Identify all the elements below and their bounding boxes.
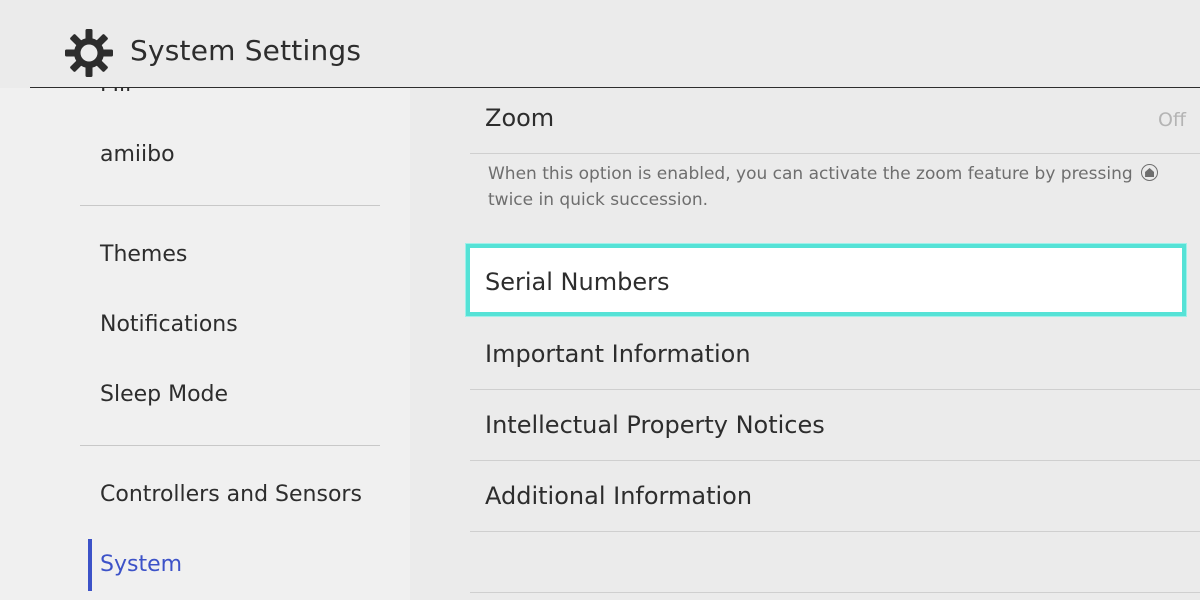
important-information-row[interactable]: Important Information	[485, 338, 751, 370]
zoom-label[interactable]: Zoom	[485, 102, 554, 134]
zoom-description-text-2: twice in quick succession.	[488, 190, 709, 210]
header-divider	[30, 87, 1200, 88]
gear-icon	[65, 29, 113, 77]
zoom-description-text: When this option is enabled, you can act…	[488, 164, 1133, 184]
sidebar-item-amiibo[interactable]: amiibo	[100, 140, 175, 170]
serial-numbers-label: Serial Numbers	[485, 268, 670, 296]
row-divider	[470, 153, 1200, 154]
sidebar-divider	[80, 205, 380, 206]
sidebar-item-notifications[interactable]: Notifications	[100, 310, 238, 340]
header: System Settings	[0, 0, 1200, 88]
zoom-value: Off	[1157, 109, 1186, 131]
additional-information-row[interactable]: Additional Information	[485, 480, 752, 512]
sidebar-item-themes[interactable]: Themes	[100, 240, 187, 270]
zoom-description: When this option is enabled, you can act…	[488, 161, 1168, 213]
sidebar-divider	[80, 445, 380, 446]
sidebar: Mii amiibo Themes Notifications Sleep Mo…	[0, 88, 410, 600]
row-divider	[470, 460, 1200, 461]
intellectual-property-notices-row[interactable]: Intellectual Property Notices	[485, 409, 825, 441]
sidebar-item-sleep-mode[interactable]: Sleep Mode	[100, 380, 228, 410]
row-divider	[470, 531, 1200, 532]
sidebar-item-system[interactable]: System	[100, 550, 182, 580]
active-indicator	[88, 539, 92, 591]
sidebar-item-controllers-and-sensors[interactable]: Controllers and Sensors	[100, 480, 362, 510]
row-divider	[470, 592, 1200, 593]
settings-panel: Zoom Off When this option is enabled, yo…	[410, 88, 1200, 600]
serial-numbers-row[interactable]: Serial Numbers	[466, 244, 1186, 316]
home-button-icon	[1141, 164, 1159, 181]
row-divider	[470, 389, 1200, 390]
sidebar-item-mii[interactable]: Mii	[100, 88, 131, 100]
page-title: System Settings	[130, 34, 362, 67]
